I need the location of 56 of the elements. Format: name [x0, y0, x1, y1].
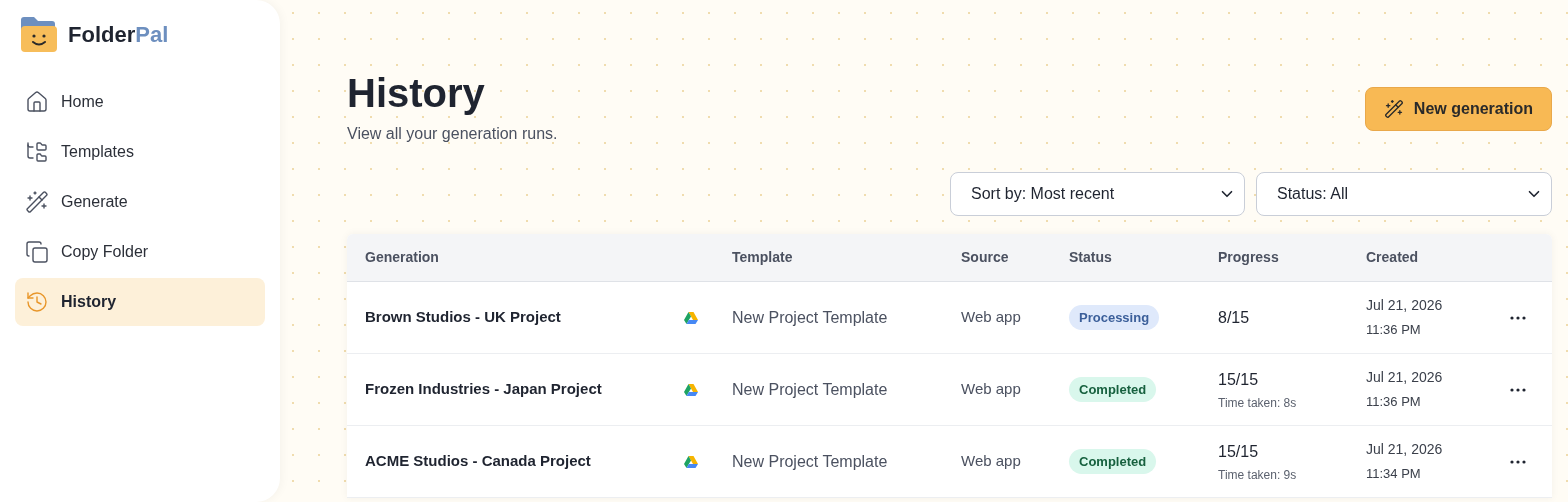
time-taken: Time taken: 8s [1218, 394, 1298, 412]
more-options-button[interactable] [1510, 387, 1526, 392]
more-options-button[interactable] [1510, 459, 1526, 464]
ellipsis-icon [1510, 315, 1526, 320]
column-header: Generation [365, 248, 440, 267]
template-name: New Project Template [732, 451, 889, 472]
sidebar-item[interactable]: History [15, 278, 265, 326]
wand-icon [25, 190, 49, 214]
generation-name: Brown Studios - UK Project [365, 307, 562, 328]
column-header: Status [1069, 248, 1113, 267]
sidebar-item[interactable]: Copy Folder [15, 228, 265, 276]
drive-icon [684, 383, 698, 396]
progress-text: 15/15 [1218, 441, 1260, 462]
created-date: Jul 21, 2026 [1366, 440, 1444, 460]
column-header: Progress [1218, 248, 1280, 267]
status-badge: Completed [1069, 448, 1157, 475]
more-options-button[interactable] [1510, 315, 1526, 320]
template-name: New Project Template [732, 379, 889, 400]
status-badge: Processing [1069, 304, 1160, 331]
drive-icon [684, 311, 698, 324]
column-header: Template [732, 248, 794, 267]
source-text: Web app [961, 379, 1022, 400]
wand-icon [1383, 99, 1404, 119]
time-taken: Time taken: 9s [1218, 466, 1298, 484]
ellipsis-icon [1510, 387, 1526, 392]
source-text: Web app [961, 451, 1022, 472]
copy-icon [25, 240, 49, 264]
sidebar-item[interactable]: Templates [15, 128, 265, 176]
sidebar-item[interactable]: Home [15, 78, 265, 126]
home-icon [25, 90, 49, 114]
drive-icon [684, 455, 698, 468]
template-name: New Project Template [732, 307, 889, 328]
generation-name: Frozen Industries - Japan Project [365, 379, 603, 400]
folder-logo-icon [19, 14, 59, 54]
column-header: Created [1366, 248, 1420, 267]
status-badge: Completed [1069, 376, 1157, 403]
history-icon [25, 290, 49, 314]
new-generation-button[interactable]: New generation [1364, 87, 1552, 131]
filter-dropdown[interactable]: Sort by: Most recent [950, 172, 1245, 216]
ellipsis-icon [1510, 459, 1526, 464]
source-text: Web app [961, 307, 1022, 328]
filter-dropdown[interactable]: Status: All [1256, 172, 1552, 216]
sidebar-item[interactable]: Generate [15, 178, 265, 226]
page-title: History [347, 70, 486, 116]
created-date: Jul 21, 2026 [1366, 368, 1444, 388]
page-subtitle: View all your generation runs. [347, 124, 558, 144]
created-date: Jul 21, 2026 [1366, 296, 1444, 316]
created-time: 11:34 PM [1366, 465, 1422, 484]
generation-name: ACME Studios - Canada Project [365, 451, 592, 472]
progress-text: 15/15 [1218, 369, 1260, 390]
created-time: 11:36 PM [1366, 393, 1422, 412]
app-name: FolderPal [68, 20, 169, 49]
created-time: 11:36 PM [1366, 321, 1422, 340]
folder-tree-icon [25, 140, 49, 164]
progress-text: 8/15 [1218, 307, 1251, 328]
column-header: Source [961, 248, 1010, 267]
